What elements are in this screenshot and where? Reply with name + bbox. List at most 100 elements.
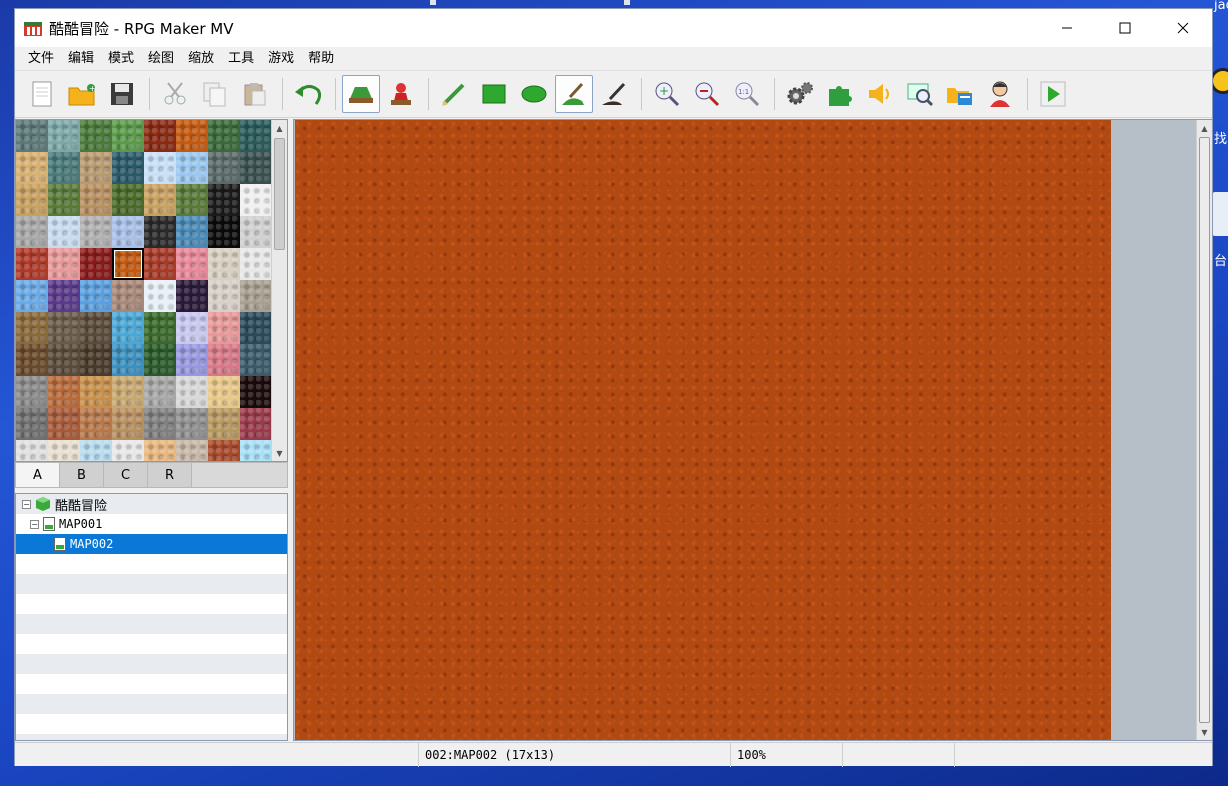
tab-tileset-r[interactable]: R: [148, 463, 192, 487]
tile-swatch[interactable]: [176, 312, 208, 344]
character-generator-button[interactable]: [981, 75, 1019, 113]
tile-swatch[interactable]: [80, 184, 112, 216]
sound-test-button[interactable]: [861, 75, 899, 113]
tile-swatch[interactable]: [240, 408, 272, 440]
tile-swatch[interactable]: [240, 216, 272, 248]
minimize-button[interactable]: [1038, 9, 1096, 47]
fill-button[interactable]: [555, 75, 593, 113]
tile-swatch[interactable]: [80, 376, 112, 408]
scroll-down-icon[interactable]: ▼: [272, 445, 287, 461]
tile-swatch[interactable]: [208, 344, 240, 376]
map-editor[interactable]: ▲ ▼: [293, 119, 1213, 741]
tile-grid[interactable]: [16, 120, 272, 461]
menu-help[interactable]: 帮助: [301, 47, 341, 71]
event-searcher-button[interactable]: [901, 75, 939, 113]
scrollbar-thumb[interactable]: [1199, 137, 1210, 723]
tile-swatch[interactable]: [176, 216, 208, 248]
map-scrollbar[interactable]: ▲ ▼: [1196, 120, 1212, 740]
tile-swatch[interactable]: [80, 152, 112, 184]
tile-swatch[interactable]: [48, 216, 80, 248]
new-project-button[interactable]: [23, 75, 61, 113]
rectangle-button[interactable]: [475, 75, 513, 113]
tile-swatch[interactable]: [112, 344, 144, 376]
tile-swatch[interactable]: [112, 280, 144, 312]
tile-swatch[interactable]: [176, 152, 208, 184]
undo-button[interactable]: [289, 75, 327, 113]
tile-swatch[interactable]: [80, 248, 112, 280]
zoom-actual-button[interactable]: 1:1: [728, 75, 766, 113]
database-button[interactable]: [781, 75, 819, 113]
menu-file[interactable]: 文件: [21, 47, 61, 71]
resource-manager-button[interactable]: [941, 75, 979, 113]
shadow-pen-button[interactable]: [595, 75, 633, 113]
tile-swatch[interactable]: [240, 344, 272, 376]
tile-swatch[interactable]: [112, 216, 144, 248]
tile-swatch[interactable]: [176, 120, 208, 152]
tile-swatch[interactable]: [80, 280, 112, 312]
tile-swatch[interactable]: [208, 248, 240, 280]
tile-swatch[interactable]: [112, 408, 144, 440]
menu-draw[interactable]: 绘图: [141, 47, 181, 71]
menu-tools[interactable]: 工具: [221, 47, 261, 71]
tile-swatch[interactable]: [80, 120, 112, 152]
tile-swatch[interactable]: [16, 216, 48, 248]
tile-swatch[interactable]: [208, 184, 240, 216]
tile-swatch[interactable]: [176, 280, 208, 312]
tile-swatch[interactable]: [176, 184, 208, 216]
tile-swatch[interactable]: [112, 248, 144, 280]
tree-map-node-selected[interactable]: MAP002: [16, 534, 287, 554]
open-project-button[interactable]: +: [63, 75, 101, 113]
tile-swatch[interactable]: [240, 280, 272, 312]
tile-swatch[interactable]: [16, 280, 48, 312]
tile-swatch[interactable]: [16, 376, 48, 408]
tile-swatch[interactable]: [144, 120, 176, 152]
tile-swatch[interactable]: [16, 344, 48, 376]
collapse-icon[interactable]: −: [22, 499, 31, 509]
copy-button[interactable]: [196, 75, 234, 113]
tileset-palette[interactable]: ▲ ▼: [15, 119, 288, 462]
tile-swatch[interactable]: [176, 248, 208, 280]
tile-swatch[interactable]: [48, 280, 80, 312]
tile-swatch[interactable]: [80, 440, 112, 461]
tile-swatch[interactable]: [112, 120, 144, 152]
tile-swatch[interactable]: [16, 120, 48, 152]
tile-swatch[interactable]: [112, 376, 144, 408]
tile-swatch[interactable]: [80, 312, 112, 344]
tile-swatch[interactable]: [144, 152, 176, 184]
map-canvas[interactable]: [295, 120, 1111, 740]
tile-swatch[interactable]: [208, 216, 240, 248]
tileset-scrollbar[interactable]: ▲ ▼: [271, 120, 287, 461]
tile-swatch[interactable]: [240, 152, 272, 184]
zoom-in-button[interactable]: +: [648, 75, 686, 113]
tile-swatch[interactable]: [112, 312, 144, 344]
tile-swatch[interactable]: [240, 376, 272, 408]
tile-swatch[interactable]: [176, 344, 208, 376]
tab-tileset-b[interactable]: B: [60, 463, 104, 487]
tile-swatch[interactable]: [144, 312, 176, 344]
tile-swatch[interactable]: [208, 280, 240, 312]
tile-swatch[interactable]: [240, 248, 272, 280]
tile-swatch[interactable]: [16, 312, 48, 344]
scrollbar-thumb[interactable]: [274, 138, 285, 250]
menu-mode[interactable]: 模式: [101, 47, 141, 71]
tile-swatch[interactable]: [48, 184, 80, 216]
playtest-button[interactable]: [1034, 75, 1072, 113]
tile-swatch[interactable]: [80, 344, 112, 376]
maximize-button[interactable]: [1096, 9, 1154, 47]
pencil-button[interactable]: [435, 75, 473, 113]
tile-swatch[interactable]: [208, 120, 240, 152]
plugin-manager-button[interactable]: [821, 75, 859, 113]
tile-swatch[interactable]: [176, 440, 208, 461]
tile-swatch[interactable]: [144, 248, 176, 280]
tile-swatch[interactable]: [208, 408, 240, 440]
tile-swatch[interactable]: [176, 408, 208, 440]
tile-swatch[interactable]: [112, 440, 144, 461]
tile-swatch[interactable]: [16, 440, 48, 461]
tile-swatch[interactable]: [144, 440, 176, 461]
tile-swatch[interactable]: [208, 376, 240, 408]
tile-swatch[interactable]: [208, 440, 240, 461]
menu-game[interactable]: 游戏: [261, 47, 301, 71]
tile-swatch[interactable]: [208, 152, 240, 184]
menu-scale[interactable]: 缩放: [181, 47, 221, 71]
tree-map-node[interactable]: − MAP001: [16, 514, 287, 534]
